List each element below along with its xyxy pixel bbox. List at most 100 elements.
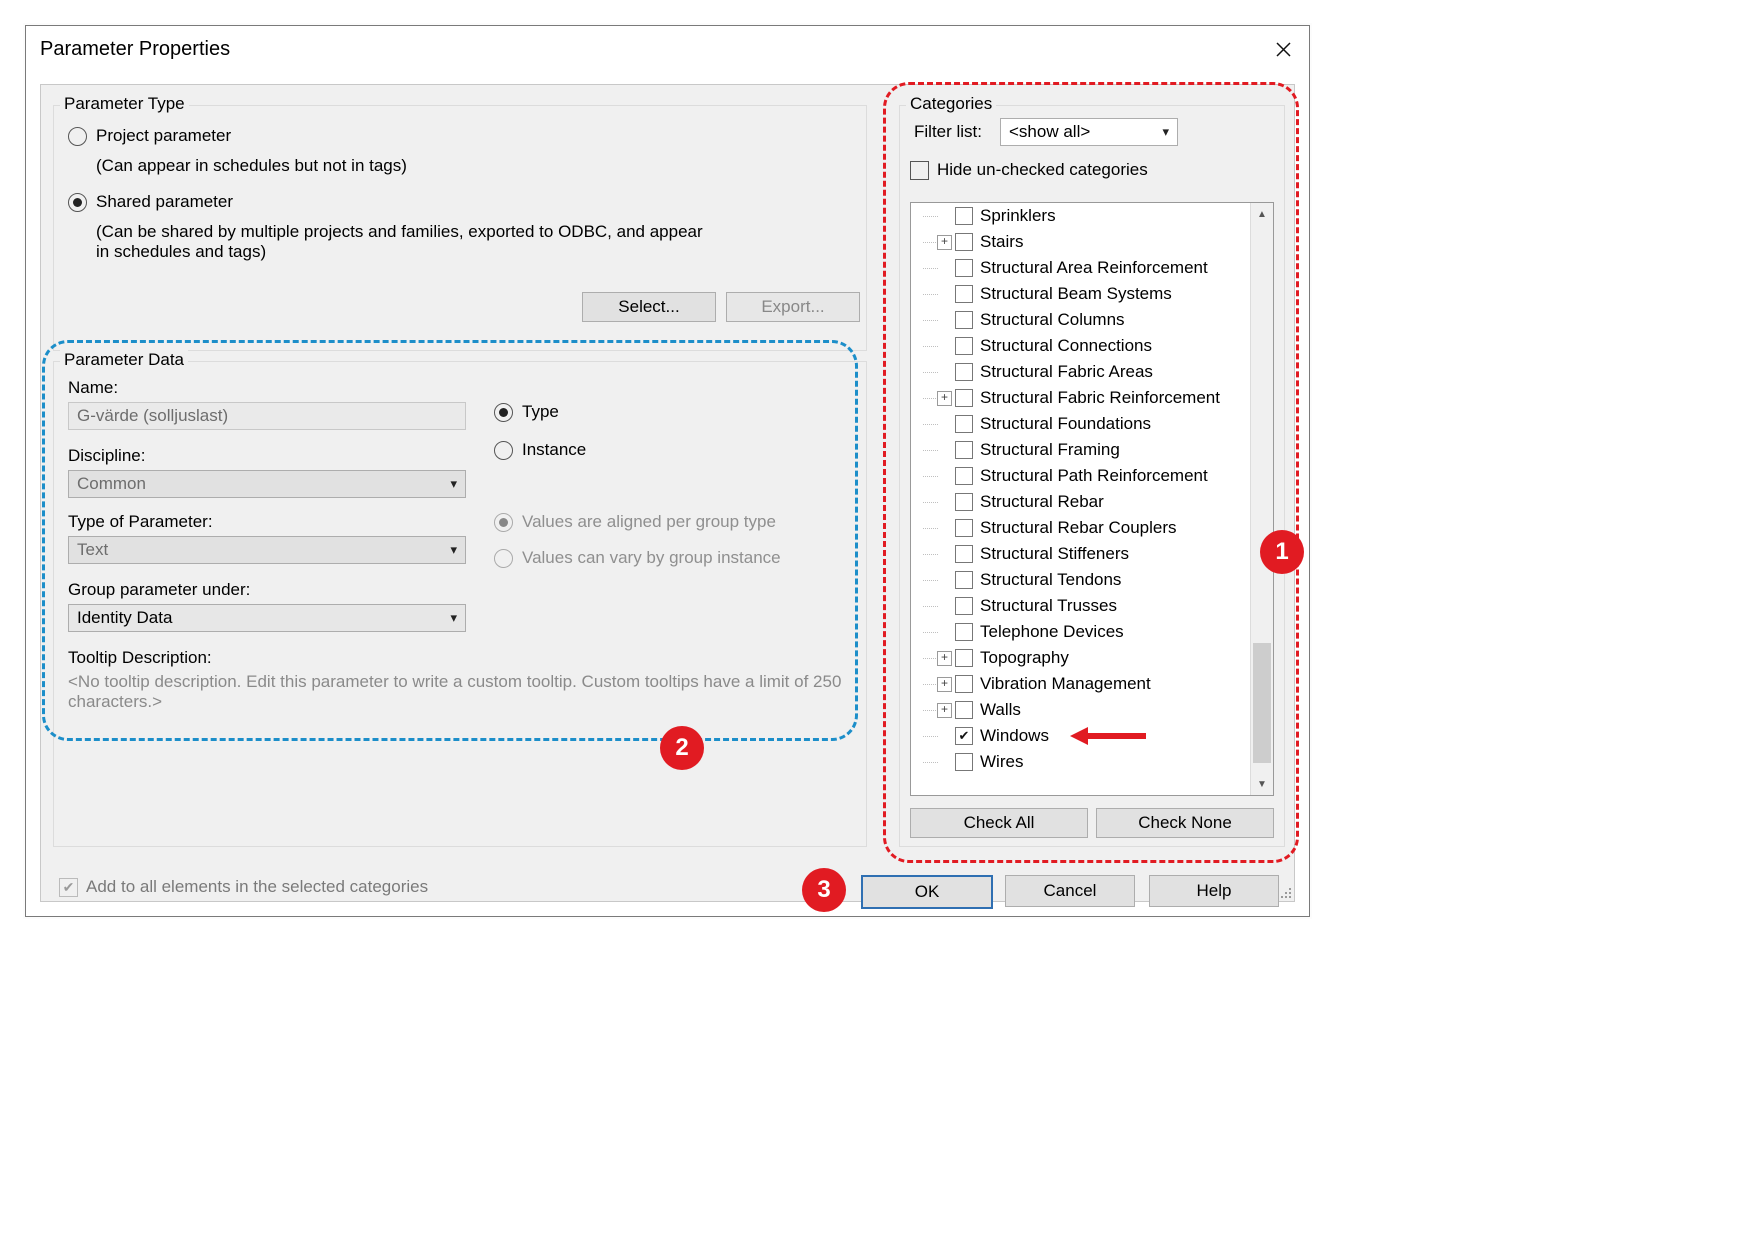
category-item[interactable]: + Structural Fabric Reinforcement bbox=[911, 385, 1250, 411]
tree-expand-icon[interactable]: + bbox=[937, 677, 952, 692]
help-button[interactable]: Help bbox=[1149, 875, 1279, 907]
radio-instance[interactable]: Instance bbox=[494, 440, 586, 460]
category-item[interactable]: Structural Trusses bbox=[911, 593, 1250, 619]
filter-list-label: Filter list: bbox=[914, 122, 982, 142]
category-label: Structural Foundations bbox=[980, 414, 1151, 434]
tree-expand-icon[interactable]: + bbox=[937, 235, 952, 250]
cancel-button[interactable]: Cancel bbox=[1005, 875, 1135, 907]
category-checkbox[interactable] bbox=[955, 623, 973, 641]
category-item[interactable]: Windows bbox=[911, 723, 1250, 749]
category-item[interactable]: Wires bbox=[911, 749, 1250, 775]
hide-unchecked-checkbox[interactable]: Hide un-checked categories bbox=[910, 160, 1148, 180]
category-item[interactable]: Sprinklers bbox=[911, 203, 1250, 229]
category-label: Structural Rebar Couplers bbox=[980, 518, 1177, 538]
category-checkbox[interactable] bbox=[955, 337, 973, 355]
category-checkbox[interactable] bbox=[955, 311, 973, 329]
category-item[interactable]: Structural Rebar Couplers bbox=[911, 515, 1250, 541]
category-item[interactable]: Structural Path Reinforcement bbox=[911, 463, 1250, 489]
category-item[interactable]: Structural Beam Systems bbox=[911, 281, 1250, 307]
category-checkbox[interactable] bbox=[955, 649, 973, 667]
check-none-button[interactable]: Check None bbox=[1096, 808, 1274, 838]
category-checkbox[interactable] bbox=[955, 727, 973, 745]
name-label: Name: bbox=[68, 378, 118, 398]
export-button: Export... bbox=[726, 292, 860, 322]
add-to-all-checkbox: Add to all elements in the selected cate… bbox=[59, 877, 428, 897]
type-of-parameter-combo: Text▾ bbox=[68, 536, 466, 564]
group-under-label: Group parameter under: bbox=[68, 580, 250, 600]
radio-icon bbox=[68, 127, 87, 146]
scroll-down-icon[interactable]: ▼ bbox=[1251, 773, 1273, 795]
category-label: Structural Stiffeners bbox=[980, 544, 1129, 564]
category-item[interactable]: Structural Columns bbox=[911, 307, 1250, 333]
category-checkbox[interactable] bbox=[955, 389, 973, 407]
category-checkbox[interactable] bbox=[955, 519, 973, 537]
category-item[interactable]: Structural Area Reinforcement bbox=[911, 255, 1250, 281]
category-checkbox[interactable] bbox=[955, 753, 973, 771]
scrollbar[interactable]: ▲ ▼ bbox=[1250, 203, 1273, 795]
chevron-down-icon: ▾ bbox=[450, 610, 457, 626]
check-all-button[interactable]: Check All bbox=[910, 808, 1088, 838]
select-button[interactable]: Select... bbox=[582, 292, 716, 322]
dialog-window: Parameter Properties Parameter Type Proj… bbox=[25, 25, 1310, 917]
discipline-combo: Common▾ bbox=[68, 470, 466, 498]
radio-type[interactable]: Type bbox=[494, 402, 559, 422]
category-item[interactable]: Structural Framing bbox=[911, 437, 1250, 463]
category-checkbox[interactable] bbox=[955, 441, 973, 459]
tooltip-label: Tooltip Description: bbox=[68, 648, 212, 668]
tree-expand-icon[interactable]: + bbox=[937, 703, 952, 718]
category-checkbox[interactable] bbox=[955, 207, 973, 225]
radio-icon bbox=[494, 549, 513, 568]
tree-expand-icon[interactable]: + bbox=[937, 651, 952, 666]
category-label: Vibration Management bbox=[980, 674, 1151, 694]
category-checkbox[interactable] bbox=[955, 675, 973, 693]
category-checkbox[interactable] bbox=[955, 597, 973, 615]
category-label: Walls bbox=[980, 700, 1021, 720]
category-checkbox[interactable] bbox=[955, 363, 973, 381]
radio-project-parameter[interactable]: Project parameter bbox=[68, 126, 231, 146]
scroll-thumb[interactable] bbox=[1253, 643, 1271, 763]
category-label: Structural Fabric Reinforcement bbox=[980, 388, 1220, 408]
group-under-combo[interactable]: Identity Data▾ bbox=[68, 604, 466, 632]
category-checkbox[interactable] bbox=[955, 571, 973, 589]
category-checkbox[interactable] bbox=[955, 701, 973, 719]
radio-shared-parameter[interactable]: Shared parameter bbox=[68, 192, 233, 212]
category-item[interactable]: +Stairs bbox=[911, 229, 1250, 255]
category-checkbox[interactable] bbox=[955, 259, 973, 277]
category-checkbox[interactable] bbox=[955, 545, 973, 563]
chevron-down-icon: ▾ bbox=[450, 476, 457, 492]
radio-icon bbox=[68, 193, 87, 212]
category-checkbox[interactable] bbox=[955, 233, 973, 251]
category-checkbox[interactable] bbox=[955, 493, 973, 511]
category-checkbox[interactable] bbox=[955, 415, 973, 433]
category-item[interactable]: Telephone Devices bbox=[911, 619, 1250, 645]
category-item[interactable]: Structural Connections bbox=[911, 333, 1250, 359]
filter-list-combo[interactable]: <show all>▾ bbox=[1000, 118, 1178, 146]
groupbox-parameter-type: Parameter Type Project parameter (Can ap… bbox=[53, 105, 867, 351]
category-checkbox[interactable] bbox=[955, 467, 973, 485]
radio-icon bbox=[494, 403, 513, 422]
resize-grip-icon[interactable] bbox=[1278, 885, 1292, 899]
categories-tree[interactable]: Sprinklers+StairsStructural Area Reinfor… bbox=[910, 202, 1274, 796]
category-item[interactable]: + Vibration Management bbox=[911, 671, 1250, 697]
chevron-down-icon: ▾ bbox=[1162, 124, 1169, 140]
category-checkbox[interactable] bbox=[955, 285, 973, 303]
category-item[interactable]: Structural Rebar bbox=[911, 489, 1250, 515]
name-field: G-värde (solljuslast) bbox=[68, 402, 466, 430]
ok-button[interactable]: OK bbox=[861, 875, 993, 909]
project-parameter-hint: (Can appear in schedules but not in tags… bbox=[96, 156, 407, 176]
category-label: Structural Rebar bbox=[980, 492, 1104, 512]
category-item[interactable]: + Walls bbox=[911, 697, 1250, 723]
category-item[interactable]: Structural Tendons bbox=[911, 567, 1250, 593]
category-item[interactable]: Structural Fabric Areas bbox=[911, 359, 1250, 385]
category-item[interactable]: Structural Foundations bbox=[911, 411, 1250, 437]
scroll-up-icon[interactable]: ▲ bbox=[1251, 203, 1273, 225]
tree-expand-icon[interactable]: + bbox=[937, 391, 952, 406]
checkbox-label: Add to all elements in the selected cate… bbox=[86, 877, 428, 897]
category-label: Structural Fabric Areas bbox=[980, 362, 1153, 382]
close-button[interactable] bbox=[1265, 31, 1301, 67]
radio-values-vary: Values can vary by group instance bbox=[494, 548, 781, 568]
groupbox-parameter-data: Parameter Data Name: G-värde (solljuslas… bbox=[53, 361, 867, 847]
category-item[interactable]: +Topography bbox=[911, 645, 1250, 671]
checkbox-label: Hide un-checked categories bbox=[937, 160, 1148, 180]
category-item[interactable]: Structural Stiffeners bbox=[911, 541, 1250, 567]
